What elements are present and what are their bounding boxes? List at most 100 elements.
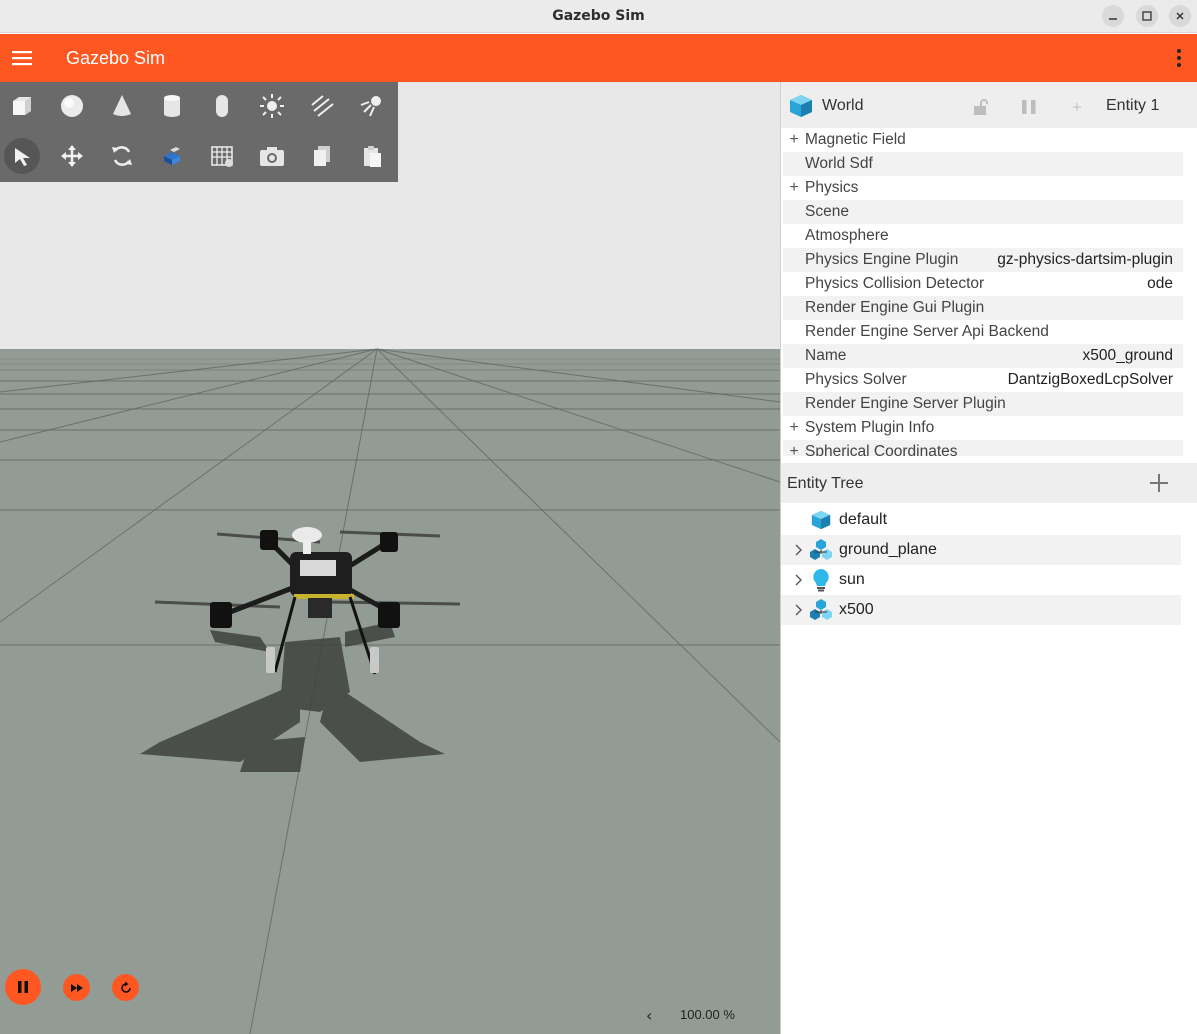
world-icon: [790, 95, 812, 117]
component-row[interactable]: + Magnetic Field: [783, 128, 1183, 152]
entity-tree-item-ground-plane[interactable]: ground_plane: [781, 535, 1181, 565]
component-row: Render Engine Server Api Backend: [783, 320, 1183, 344]
cylinder-icon[interactable]: [154, 88, 190, 124]
translate-icon[interactable]: [54, 138, 90, 174]
expand-plus-icon[interactable]: +: [783, 443, 805, 456]
component-row[interactable]: + Spherical Coordinates: [783, 440, 1183, 456]
grid-icon[interactable]: [204, 138, 240, 174]
unlock-icon[interactable]: [973, 98, 989, 116]
close-button[interactable]: [1169, 5, 1191, 27]
expand-plus-icon[interactable]: +: [783, 179, 805, 197]
chevron-right-icon[interactable]: [787, 574, 809, 586]
box-icon[interactable]: [4, 88, 40, 124]
point-light-icon[interactable]: [254, 88, 290, 124]
component-key: Physics Solver: [805, 371, 907, 388]
entity-tree-item-default[interactable]: default: [781, 505, 1181, 535]
entity-tree-label: default: [839, 511, 888, 528]
pause-button[interactable]: [5, 969, 41, 1005]
more-options-icon[interactable]: [1175, 48, 1183, 68]
capsule-icon[interactable]: [204, 88, 240, 124]
title-bar: Gazebo Sim: [0, 0, 1197, 33]
shapes-and-tools-toolbar: [0, 82, 398, 182]
entity-tree-label: x500: [839, 601, 874, 618]
rotate-icon[interactable]: [104, 138, 140, 174]
component-row: Name x500_ground: [783, 344, 1183, 368]
component-row: Render Engine Server Plugin: [783, 392, 1183, 416]
maximize-button[interactable]: [1136, 5, 1158, 27]
component-key: Scene: [805, 203, 849, 220]
entity-tree-title: Entity Tree: [787, 475, 864, 492]
entity-tree-item-x500[interactable]: x500: [781, 595, 1181, 625]
directional-light-icon[interactable]: [304, 88, 340, 124]
sphere-icon[interactable]: [54, 88, 90, 124]
entity-tree-label: sun: [839, 571, 865, 588]
component-key: Atmosphere: [805, 227, 889, 244]
hamburger-menu-icon[interactable]: [12, 48, 32, 68]
component-row: Physics Solver DantzigBoxedLcpSolver: [783, 368, 1183, 392]
model-icon: [809, 598, 833, 622]
component-value: ode: [1147, 275, 1173, 292]
reset-button[interactable]: [112, 974, 139, 1001]
entity-tree-item-sun[interactable]: sun: [781, 565, 1181, 595]
spot-light-icon[interactable]: [354, 88, 390, 124]
maximize-icon: [1142, 11, 1152, 21]
component-row: Physics Engine Plugin gz-physics-dartsim-…: [783, 248, 1183, 272]
component-value: x500_ground: [1082, 347, 1174, 364]
add-entity-icon[interactable]: [1148, 472, 1170, 494]
component-key: Physics Collision Detector: [805, 275, 985, 292]
component-row: Render Engine Gui Plugin: [783, 296, 1183, 320]
camera-icon[interactable]: [254, 138, 290, 174]
copy-icon[interactable]: [304, 138, 340, 174]
world-icon: [809, 508, 833, 532]
component-row[interactable]: + System Plugin Info: [783, 416, 1183, 440]
pause-icon: [18, 981, 28, 993]
paste-icon[interactable]: [354, 138, 390, 174]
component-key: Name: [805, 347, 847, 364]
minimize-button[interactable]: [1102, 5, 1124, 27]
pause-updates-icon[interactable]: [1020, 99, 1038, 115]
app-title: Gazebo Sim: [66, 48, 166, 68]
expand-plus-icon[interactable]: +: [783, 131, 805, 149]
component-key: Physics Engine Plugin: [805, 251, 959, 268]
chevron-right-icon[interactable]: [787, 544, 809, 556]
component-key: Physics: [805, 179, 859, 196]
window-title: Gazebo Sim: [552, 8, 645, 24]
expand-plus-icon[interactable]: +: [783, 419, 805, 437]
close-icon: [1176, 12, 1184, 20]
select-icon[interactable]: [4, 138, 40, 174]
inspector-title: World: [822, 97, 864, 114]
step-button[interactable]: [63, 974, 90, 1001]
component-key: Render Engine Server Api Backend: [805, 323, 1049, 340]
component-row: Atmosphere: [783, 224, 1183, 248]
component-list: + Magnetic Field World Sdf + Physics Scene Atm…: [783, 128, 1183, 456]
component-value: gz-physics-dartsim-plugin: [997, 251, 1173, 268]
minimize-icon: [1109, 18, 1117, 20]
component-key: Magnetic Field: [805, 131, 906, 148]
component-key: World Sdf: [805, 155, 873, 172]
app-window: Gazebo Sim Gazebo Sim ‹ 100.00 % World E…: [0, 0, 1197, 1034]
app-header: Gazebo Sim: [0, 34, 1197, 82]
component-row: Physics Collision Detector ode: [783, 272, 1183, 296]
component-row: Scene: [783, 200, 1183, 224]
component-row[interactable]: + Physics: [783, 176, 1183, 200]
light-bulb-icon: [809, 568, 833, 592]
add-component-icon[interactable]: [1072, 102, 1082, 112]
model-icon: [809, 538, 833, 562]
scene-3d-view[interactable]: ‹ 100.00 %: [0, 82, 780, 1034]
fast-forward-icon: [70, 983, 83, 992]
zoom-collapse-arrow[interactable]: ‹: [646, 1006, 652, 1025]
transform-snap-icon[interactable]: [154, 138, 190, 174]
chevron-right-icon[interactable]: [787, 604, 809, 616]
right-panel: World Entity 1 + Magnetic Field World Sdf +…: [780, 82, 1197, 1034]
component-row: World Sdf: [783, 152, 1183, 176]
component-key: System Plugin Info: [805, 419, 935, 436]
component-value: DantzigBoxedLcpSolver: [1007, 371, 1173, 388]
scene-render: [0, 82, 780, 1034]
component-key: Spherical Coordinates: [805, 443, 958, 456]
entity-tree-label: ground_plane: [839, 541, 937, 558]
entity-id-label: Entity 1: [1106, 97, 1160, 114]
reset-icon: [120, 981, 131, 993]
cone-icon[interactable]: [104, 88, 140, 124]
zoom-level: 100.00 %: [680, 1007, 735, 1022]
entity-tree-header: Entity Tree: [781, 463, 1197, 503]
